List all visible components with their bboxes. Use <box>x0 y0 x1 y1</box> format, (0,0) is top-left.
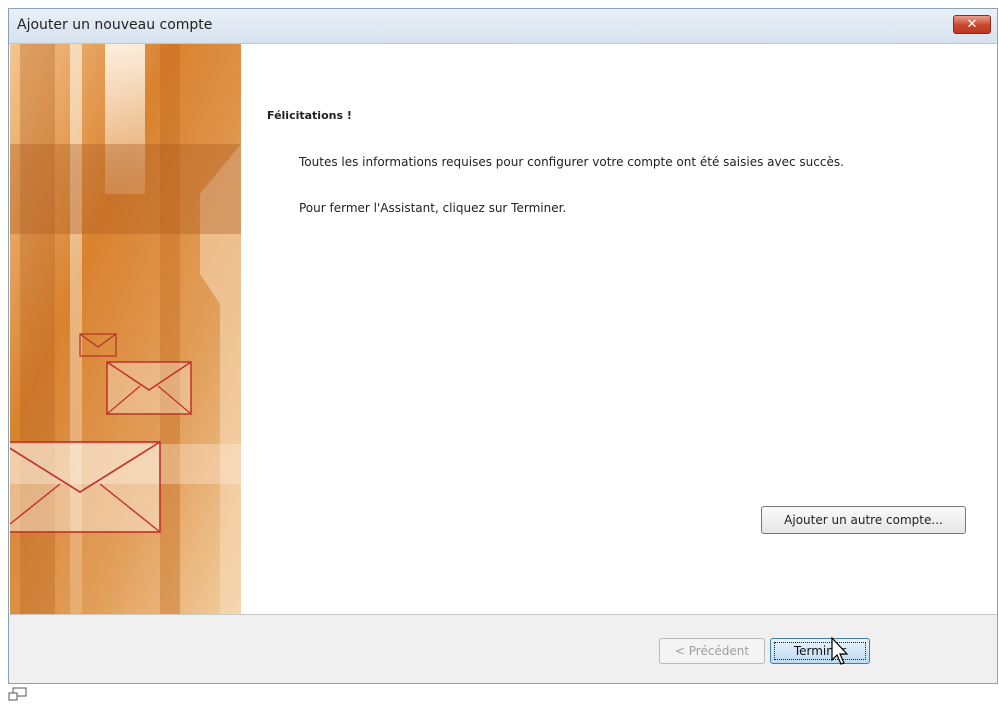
outlook-banner-image <box>10 44 241 614</box>
mouse-pointer-icon <box>831 637 849 665</box>
success-message: Toutes les informations requises pour co… <box>299 155 844 169</box>
envelope-medium-icon <box>106 361 192 415</box>
previous-button[interactable]: < Précédent <box>659 638 765 664</box>
title-bar[interactable]: Ajouter un nouveau compte ✕ <box>9 9 997 44</box>
add-another-account-button[interactable]: Ajouter un autre compte... <box>761 506 966 534</box>
window-title: Ajouter un nouveau compte <box>17 17 213 33</box>
envelope-large-icon <box>10 441 161 533</box>
finish-button[interactable]: Terminer <box>770 638 870 664</box>
resize-window-icon <box>8 687 27 701</box>
wizard-content: Félicitations ! Toutes les informations … <box>241 44 997 614</box>
close-icon: ✕ <box>966 17 978 32</box>
close-instructions: Pour fermer l'Assistant, cliquez sur Ter… <box>299 201 567 215</box>
focus-rectangle <box>774 642 866 660</box>
close-button[interactable]: ✕ <box>953 15 991 34</box>
congratulations-heading: Félicitations ! <box>267 109 352 122</box>
add-account-dialog: Ajouter un nouveau compte ✕ Félicitation… <box>8 8 998 684</box>
